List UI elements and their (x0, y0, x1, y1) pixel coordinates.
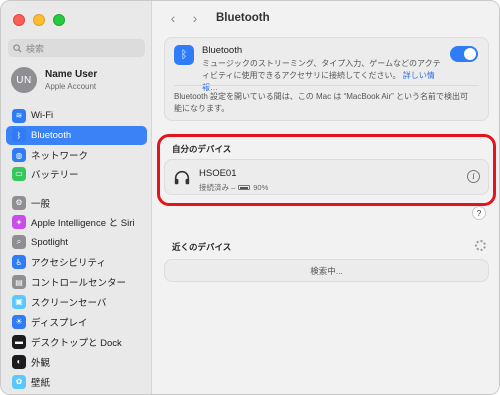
search-input[interactable]: 検索 (8, 39, 145, 57)
minimize-button[interactable] (33, 14, 45, 26)
sidebar-item-label: アクセシビリティ (31, 258, 106, 270)
nearby-searching-row: 検索中... (164, 259, 489, 282)
sidebar-item-screensaver[interactable]: ▣ スクリーンセーバ (6, 292, 147, 311)
sidebar-item-label: Apple Intelligence と Siri (31, 218, 135, 230)
sidebar-item-battery[interactable]: ▭ バッテリー (6, 164, 147, 183)
close-button[interactable] (13, 14, 25, 26)
sidebar-item-display[interactable]: ☀ ディスプレイ (6, 312, 147, 331)
page-title: Bluetooth (216, 12, 270, 24)
sidebar-item-label: Spotlight (31, 236, 68, 248)
bluetooth-description: ミュージックのストリーミング、タイプ入力、ゲームなどのアクティビティに使用できる… (202, 58, 442, 94)
globe-icon: ◍ (12, 148, 26, 163)
sidebar-group-system: ⚙ 一般 ✦ Apple Intelligence と Siri ⌕ Spotlight ♿… (6, 193, 147, 392)
wifi-icon: ≋ (12, 108, 26, 123)
sidebar-item-globe[interactable]: ◍ ネットワーク (6, 146, 147, 165)
sidebar-item-label: 外観 (31, 357, 51, 369)
sidebar-item-wallpaper[interactable]: ✿ 壁紙 (6, 372, 147, 391)
discoverable-note: Bluetooth 設定を開いている間は、この Mac は “MacBook A… (174, 92, 469, 113)
sidebar-item-label: Bluetooth (31, 129, 72, 141)
sidebar: 検索 UN Name User Apple Account ≋ Wi-Fi ᛒ Blu… (1, 1, 152, 394)
control-center-icon: ▤ (12, 275, 26, 290)
sidebar-item-label: スクリーンセーバ (31, 297, 107, 309)
sidebar-group-power: ▭ バッテリー (6, 164, 147, 184)
search-icon (13, 43, 22, 53)
wallpaper-icon: ✿ (12, 374, 26, 389)
spinner-icon (475, 240, 486, 251)
zoom-button[interactable] (53, 14, 65, 26)
sidebar-item-label: ディスプレイ (31, 317, 88, 329)
window-controls (13, 14, 65, 26)
sidebar-item-dock[interactable]: ▬ デスクトップと Dock (6, 332, 147, 351)
display-icon: ☀ (12, 314, 26, 329)
bluetooth-icon: ᛒ (12, 128, 26, 143)
back-chevron-icon[interactable]: ‹ (166, 10, 180, 26)
sidebar-item-label: 壁紙 (31, 377, 51, 389)
sidebar-item-label: コントロールセンター (31, 278, 127, 290)
sidebar-item-wifi[interactable]: ≋ Wi-Fi (6, 106, 147, 125)
appearance-icon: ◐ (12, 354, 26, 369)
sidebar-item-accessibility[interactable]: ♿ アクセシビリティ (6, 253, 147, 272)
bluetooth-toggle[interactable] (450, 46, 478, 62)
sidebar-item-control-center[interactable]: ▤ コントロールセンター (6, 273, 147, 292)
bluetooth-icon: ᛒ (174, 45, 194, 65)
sidebar-item-gear[interactable]: ⚙ 一般 (6, 193, 147, 212)
settings-window: 検索 UN Name User Apple Account ≋ Wi-Fi ᛒ Blu… (0, 0, 500, 395)
user-subtitle: Apple Account (45, 82, 97, 91)
sidebar-item-label: 一般 (31, 198, 51, 210)
user-name: Name User (45, 69, 98, 80)
help-icon[interactable]: ? (472, 206, 486, 220)
sidebar-item-label: バッテリー (31, 169, 79, 181)
highlight-box (157, 134, 496, 206)
sidebar-item-label: デスクトップと Dock (31, 337, 122, 349)
avatar: UN (11, 67, 37, 93)
screensaver-icon: ▣ (12, 294, 26, 309)
siri-icon: ✦ (12, 215, 26, 230)
bluetooth-card: ᛒ Bluetooth ミュージックのストリーミング、タイプ入力、ゲームなどのア… (164, 37, 489, 121)
toolbar: ‹ › Bluetooth (166, 10, 270, 26)
sidebar-item-spotlight[interactable]: ⌕ Spotlight (6, 233, 147, 252)
divider (174, 85, 479, 86)
gear-icon: ⚙ (12, 195, 26, 210)
dock-icon: ▬ (12, 334, 26, 349)
search-placeholder: 検索 (26, 43, 45, 54)
nearby-devices-title: 近くのデバイス (172, 242, 232, 252)
user-account[interactable]: UN Name User Apple Account (11, 67, 97, 93)
battery-icon: ▭ (12, 166, 26, 181)
forward-chevron-icon[interactable]: › (188, 10, 202, 26)
sidebar-item-siri[interactable]: ✦ Apple Intelligence と Siri (6, 213, 147, 232)
accessibility-icon: ♿ (12, 255, 26, 270)
spotlight-icon: ⌕ (12, 235, 26, 250)
bluetooth-title: Bluetooth (202, 45, 243, 56)
sidebar-item-label: Wi-Fi (31, 110, 54, 121)
sidebar-item-bluetooth[interactable]: ᛒ Bluetooth (6, 125, 147, 145)
sidebar-item-label: ネットワーク (31, 151, 89, 163)
sidebar-group-network: ≋ Wi-Fi ᛒ Bluetooth ◍ ネットワーク (6, 106, 147, 166)
searching-label: 検索中... (310, 265, 343, 276)
sidebar-item-appearance[interactable]: ◐ 外観 (6, 352, 147, 371)
